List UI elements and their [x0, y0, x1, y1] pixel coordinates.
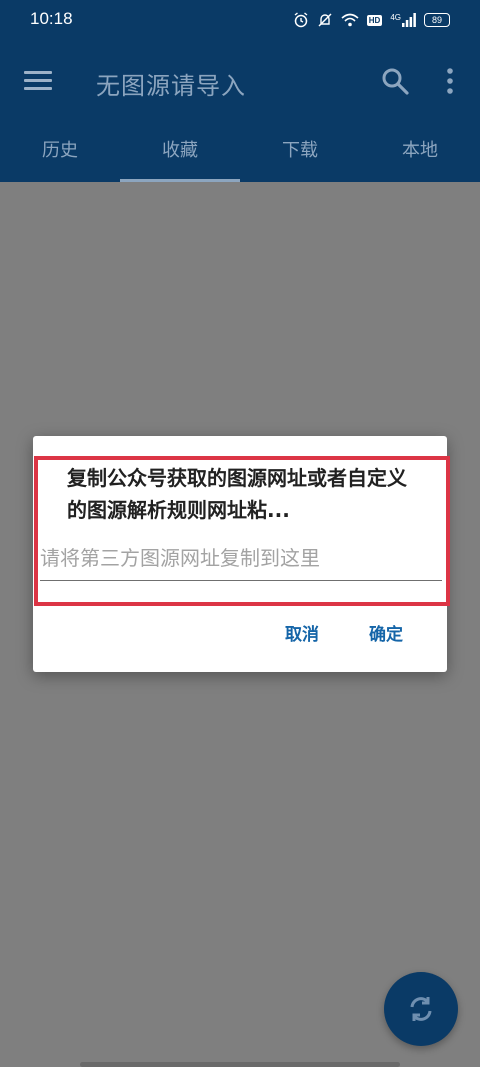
- status-bar: 10:18 HD 4G 89: [0, 0, 480, 42]
- hd-icon: HD: [366, 14, 383, 26]
- import-source-dialog: 复制公众号获取的图源网址或者自定义的图源解析规则网址粘... 取消 确定: [33, 436, 447, 672]
- cancel-button[interactable]: 取消: [285, 620, 319, 645]
- status-icons: HD 4G 89: [293, 10, 450, 30]
- sync-fab[interactable]: [384, 972, 458, 1046]
- search-icon[interactable]: [380, 66, 410, 96]
- menu-icon[interactable]: [24, 68, 52, 96]
- status-time: 10:18: [30, 9, 73, 28]
- sync-icon: [410, 997, 432, 1021]
- dialog-message: 复制公众号获取的图源网址或者自定义的图源解析规则网址粘...: [67, 466, 407, 522]
- source-url-input[interactable]: [40, 540, 442, 581]
- tab-local[interactable]: 本地: [360, 122, 480, 182]
- wifi-icon: [341, 13, 359, 27]
- signal-icon: 4G: [390, 13, 416, 27]
- nav-handle[interactable]: [80, 1062, 400, 1067]
- app-bar: 无图源请导入: [0, 42, 480, 122]
- tab-bar: 历史 收藏 下载 本地: [0, 122, 480, 182]
- network-label: 4G: [390, 13, 401, 22]
- mute-icon: [318, 13, 332, 27]
- tab-downloads[interactable]: 下载: [240, 122, 360, 182]
- alarm-icon: [294, 12, 308, 28]
- confirm-button[interactable]: 确定: [369, 620, 403, 645]
- battery-icon: 89: [424, 13, 450, 27]
- tab-favorites[interactable]: 收藏: [120, 122, 240, 182]
- tab-history[interactable]: 历史: [0, 122, 120, 182]
- overflow-menu-icon[interactable]: [440, 66, 460, 98]
- screen: 10:18 HD 4G 89 无图源请导入 历史 收藏 下载 本地 复制公众号获…: [0, 0, 480, 1067]
- app-title: 无图源请导入: [96, 72, 246, 100]
